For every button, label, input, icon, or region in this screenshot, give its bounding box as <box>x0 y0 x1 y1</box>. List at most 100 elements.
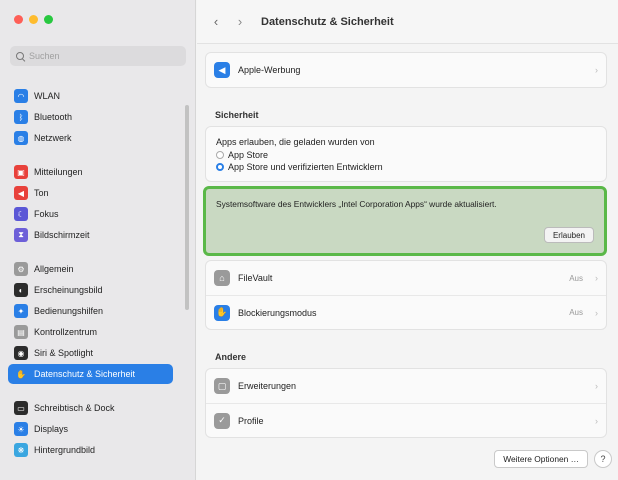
main-content: ‹ › Datenschutz & Sicherheit ◀ Apple-Wer… <box>197 0 618 480</box>
minimize-window-button[interactable] <box>29 15 38 24</box>
chevron-right-icon: › <box>595 415 598 426</box>
sidebar-item-displays[interactable]: ☀ Displays <box>8 419 173 439</box>
help-button[interactable]: ? <box>594 450 612 468</box>
globe-icon: ◍ <box>14 131 28 145</box>
window-controls <box>14 15 53 24</box>
apple-ads-label: Apple-Werbung <box>238 65 301 75</box>
close-window-button[interactable] <box>14 15 23 24</box>
lockdown-label: Blockierungsmodus <box>238 307 317 318</box>
profiles-icon: ✓ <box>214 412 230 429</box>
extensions-label: Erweiterungen <box>238 381 297 391</box>
sidebar-item-label: Datenschutz & Sicherheit <box>34 369 136 379</box>
gear-icon: ⚙ <box>14 262 28 276</box>
sidebar-item-label: Siri & Spotlight <box>34 348 94 358</box>
allow-button[interactable]: Erlauben <box>543 227 594 243</box>
lockdown-hand-icon: ✋ <box>214 304 230 321</box>
display-icon: ☀ <box>14 422 28 436</box>
chevron-right-icon: › <box>595 307 598 318</box>
megaphone-icon: ◀ <box>214 62 230 78</box>
sidebar-item-label: Ton <box>34 188 49 198</box>
radio-label-app-store-verified: App Store und verifizierten Entwicklern <box>228 162 383 172</box>
sidebar-item-allgemein[interactable]: ⚙ Allgemein <box>8 259 173 279</box>
sidebar-item-bildschirmzeit[interactable]: ⧗ Bildschirmzeit <box>8 225 173 245</box>
filevault-row[interactable]: ⌂ FileVault Aus › <box>206 261 606 295</box>
notice-text: Systemsoftware des Entwicklers „Intel Co… <box>216 199 497 209</box>
siri-icon: ◉ <box>14 346 28 360</box>
sidebar-item-siri-spotlight[interactable]: ◉ Siri & Spotlight <box>8 343 173 363</box>
sidebar-item-label: Bedienungshilfen <box>34 306 104 316</box>
sidebar-item-kontrollzentrum[interactable]: ▤ Kontrollzentrum <box>8 322 173 342</box>
sidebar-item-hintergrundbild[interactable]: ❋ Hintergrundbild <box>8 440 173 460</box>
appearance-icon: ◐ <box>14 283 28 297</box>
toolbar: ‹ › Datenschutz & Sicherheit <box>197 0 618 44</box>
extensions-icon: ▢ <box>214 378 230 394</box>
wallpaper-icon: ❋ <box>14 443 28 457</box>
apple-ads-card: ◀ Apple-Werbung › <box>205 52 607 88</box>
radio-button-app-store[interactable] <box>216 151 224 159</box>
radio-app-store-verified[interactable]: App Store und verifizierten Entwicklern <box>216 162 596 172</box>
sidebar-item-label: WLAN <box>34 91 61 101</box>
radio-app-store[interactable]: App Store <box>216 150 596 160</box>
apple-ads-row[interactable]: ◀ Apple-Werbung › <box>206 53 606 87</box>
sidebar-item-label: Fokus <box>34 209 59 219</box>
bluetooth-icon: ᛒ <box>14 110 28 124</box>
sidebar-item-label: Bildschirmzeit <box>34 230 90 240</box>
lockdown-status: Aus <box>569 308 583 317</box>
allow-apps-text: Apps erlauben, die geladen wurden von <box>216 137 375 147</box>
lockdown-row[interactable]: ✋ Blockierungsmodus Aus › <box>206 295 606 329</box>
sidebar-item-erscheinungsbild[interactable]: ◐ Erscheinungsbild <box>8 280 173 300</box>
sidebar-item-bedienungshilfen[interactable]: ✦ Bedienungshilfen <box>8 301 173 321</box>
sidebar-scrollbar[interactable] <box>185 105 189 310</box>
profiles-label: Profile <box>238 415 264 426</box>
sidebar-item-fokus[interactable]: ☾ Fokus <box>8 204 173 224</box>
sidebar-item-label: Displays <box>34 424 69 434</box>
sidebar-item-label: Hintergrundbild <box>34 445 96 455</box>
filevault-label: FileVault <box>238 273 273 283</box>
maximize-window-button[interactable] <box>44 15 53 24</box>
hand-icon: ✋ <box>14 367 28 381</box>
chevron-right-icon: › <box>595 381 598 391</box>
sidebar-item-label: Allgemein <box>34 264 74 274</box>
bell-icon: ▣ <box>14 165 28 179</box>
other-section-title: Andere <box>215 352 247 362</box>
sidebar-item-schreibtisch-dock[interactable]: ▭ Schreibtisch & Dock <box>8 398 173 418</box>
security-card: Apps erlauben, die geladen wurden von Ap… <box>205 126 607 182</box>
search-icon <box>16 51 25 61</box>
accessibility-icon: ✦ <box>14 304 28 318</box>
other-card: ▢ Erweiterungen › ✓ Profile › <box>205 368 607 438</box>
radio-button-app-store-verified[interactable] <box>216 163 224 171</box>
back-button[interactable]: ‹ <box>209 14 223 29</box>
speaker-icon: ◀ <box>14 186 28 200</box>
control-center-icon: ▤ <box>14 325 28 339</box>
sidebar-item-netzwerk[interactable]: ◍ Netzwerk <box>8 128 173 148</box>
chevron-right-icon: › <box>595 273 598 283</box>
security-section-title: Sicherheit <box>215 110 259 120</box>
sidebar-item-wlan[interactable]: ◠ WLAN <box>8 86 173 106</box>
sidebar-item-datenschutz-sicherheit[interactable]: ✋ Datenschutz & Sicherheit <box>8 364 173 384</box>
settings-window: ◠ WLAN ᛒ Bluetooth ◍ Netzwerk ▣ Mitteilungen ◀ To… <box>0 0 618 480</box>
sidebar-item-label: Bluetooth <box>34 112 73 122</box>
hourglass-icon: ⧗ <box>14 228 28 242</box>
sidebar-item-bluetooth[interactable]: ᛒ Bluetooth <box>8 107 173 127</box>
filevault-status: Aus <box>569 273 583 283</box>
sidebar-item-mitteilungen[interactable]: ▣ Mitteilungen <box>8 162 173 182</box>
system-software-notice: Systemsoftware des Entwicklers „Intel Co… <box>203 186 607 256</box>
filevault-lockdown-card: ⌂ FileVault Aus › ✋ Blockierungsmodus Au… <box>205 260 607 330</box>
search-field[interactable] <box>10 46 186 66</box>
sidebar: ◠ WLAN ᛒ Bluetooth ◍ Netzwerk ▣ Mitteilungen ◀ To… <box>0 0 196 480</box>
sidebar-item-label: Mitteilungen <box>34 167 83 177</box>
sidebar-item-label: Erscheinungsbild <box>34 285 103 295</box>
profiles-row[interactable]: ✓ Profile › <box>206 403 606 437</box>
extensions-row[interactable]: ▢ Erweiterungen › <box>206 369 606 403</box>
radio-label-app-store: App Store <box>228 150 269 160</box>
more-options-button[interactable]: Weitere Optionen … <box>494 450 588 468</box>
page-title: Datenschutz & Sicherheit <box>261 15 394 28</box>
forward-button[interactable]: › <box>233 14 247 29</box>
dock-icon: ▭ <box>14 401 28 415</box>
sidebar-item-label: Kontrollzentrum <box>34 327 98 337</box>
sidebar-item-label: Netzwerk <box>34 133 72 143</box>
moon-icon: ☾ <box>14 207 28 221</box>
sidebar-item-ton[interactable]: ◀ Ton <box>8 183 173 203</box>
search-input[interactable] <box>29 51 179 61</box>
sidebar-item-label: Schreibtisch & Dock <box>34 403 115 413</box>
